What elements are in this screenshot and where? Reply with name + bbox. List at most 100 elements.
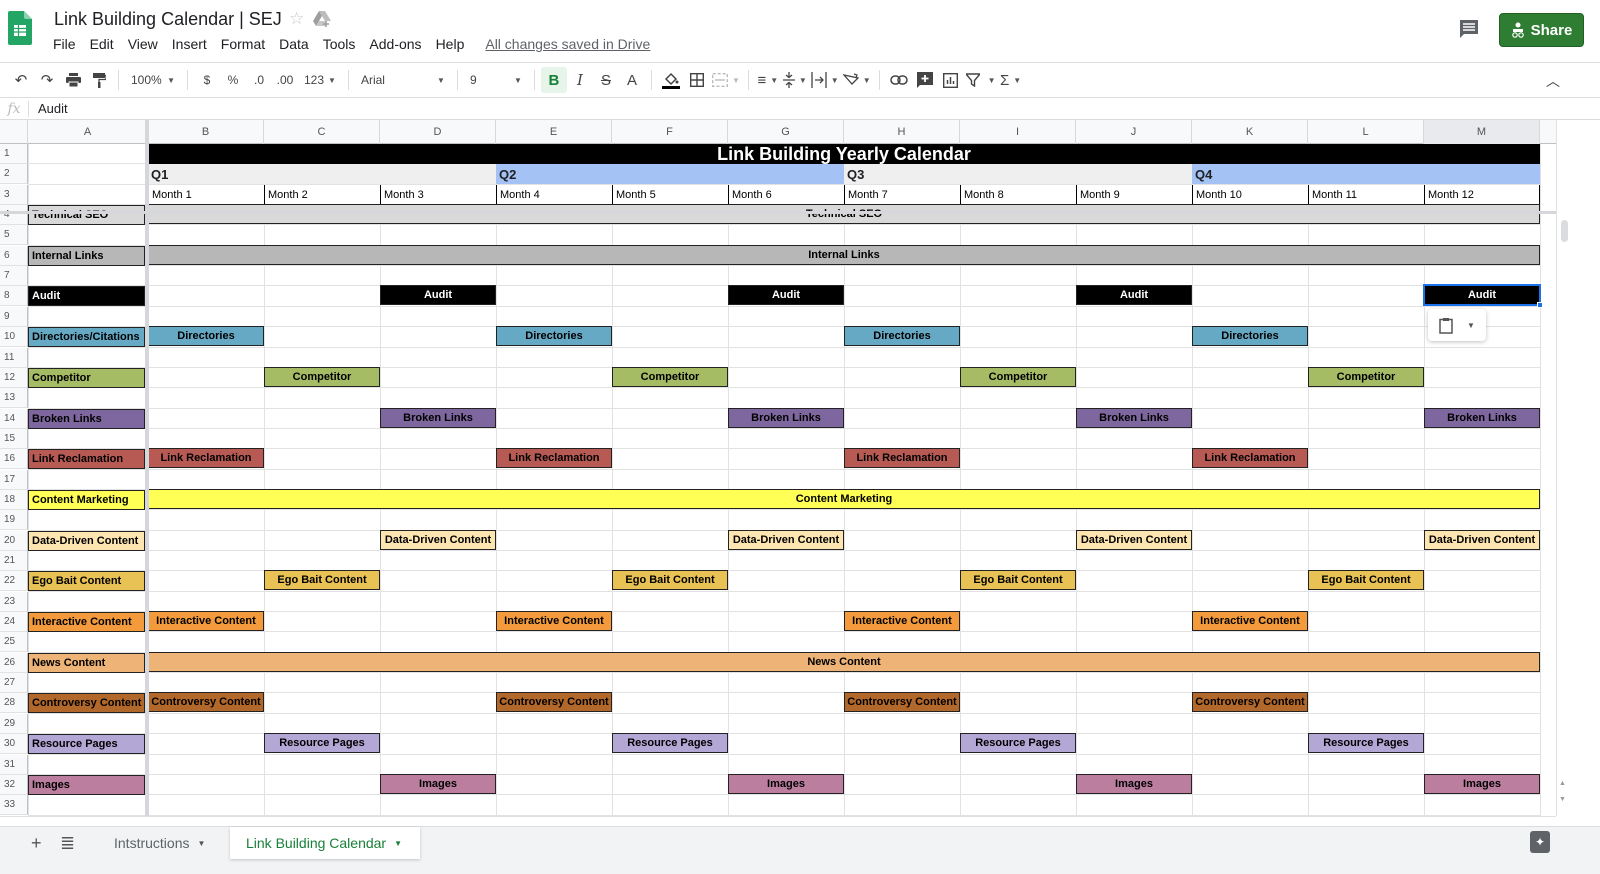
row-header-26[interactable]: 26 bbox=[0, 653, 28, 673]
insert-chart-icon[interactable] bbox=[938, 67, 964, 93]
italic-button[interactable]: I bbox=[567, 67, 593, 93]
chevron-down-icon[interactable]: ▼ bbox=[1467, 321, 1475, 330]
row-header-22[interactable]: 22 bbox=[0, 571, 28, 591]
calendar-task[interactable]: Images bbox=[728, 774, 844, 794]
paint-format-icon[interactable] bbox=[86, 67, 112, 93]
calendar-task[interactable]: Resource Pages bbox=[612, 733, 728, 753]
comment-history-icon[interactable] bbox=[1459, 19, 1479, 39]
category-label[interactable]: Competitor bbox=[28, 368, 145, 388]
category-span-bar[interactable]: Internal Links bbox=[148, 245, 1540, 265]
text-wrapping-icon[interactable]: ▼ bbox=[809, 67, 841, 93]
column-header-d[interactable]: D bbox=[380, 120, 496, 144]
row-header-33[interactable]: 33 bbox=[0, 795, 28, 815]
redo-icon[interactable]: ↷ bbox=[34, 67, 60, 93]
category-label[interactable]: Interactive Content bbox=[28, 612, 145, 632]
calendar-task[interactable]: Controversy Content bbox=[844, 692, 960, 712]
frozen-row-divider[interactable] bbox=[0, 211, 1556, 214]
calendar-task[interactable]: Broken Links bbox=[1424, 408, 1540, 428]
fill-color-icon[interactable] bbox=[658, 67, 684, 93]
calendar-task[interactable]: Data-Driven Content bbox=[1076, 530, 1192, 550]
category-label[interactable]: Resource Pages bbox=[28, 734, 145, 754]
percent-format-button[interactable]: % bbox=[220, 67, 246, 93]
row-header-16[interactable]: 16 bbox=[0, 449, 28, 469]
category-label[interactable]: Content Marketing bbox=[28, 490, 145, 510]
category-span-bar[interactable]: Content Marketing bbox=[148, 489, 1540, 509]
column-header-c[interactable]: C bbox=[264, 120, 380, 144]
paste-options-popup[interactable]: ▼ bbox=[1428, 309, 1486, 341]
menu-insert[interactable]: Insert bbox=[165, 36, 214, 52]
calendar-task[interactable]: Interactive Content bbox=[148, 611, 264, 631]
calendar-task[interactable]: Data-Driven Content bbox=[1424, 530, 1540, 550]
calendar-task[interactable]: Resource Pages bbox=[264, 733, 380, 753]
formula-input[interactable]: Audit bbox=[38, 101, 68, 116]
calendar-task[interactable]: Competitor bbox=[612, 367, 728, 387]
category-span-bar[interactable]: Technical SEO bbox=[148, 204, 1540, 224]
category-label[interactable]: Audit bbox=[28, 286, 145, 306]
category-label[interactable]: Link Reclamation bbox=[28, 449, 145, 469]
calendar-task[interactable]: Ego Bait Content bbox=[1308, 570, 1424, 590]
category-label[interactable]: Technical SEO bbox=[28, 205, 145, 225]
row-header-1[interactable]: 1 bbox=[0, 144, 28, 164]
calendar-task[interactable]: Ego Bait Content bbox=[612, 570, 728, 590]
calendar-task[interactable]: Images bbox=[1076, 774, 1192, 794]
column-header-e[interactable]: E bbox=[496, 120, 612, 144]
scroll-up-arrow-icon[interactable]: ▲ bbox=[1559, 780, 1566, 787]
category-label[interactable]: Data-Driven Content bbox=[28, 531, 145, 551]
row-header-9[interactable]: 9 bbox=[0, 307, 28, 327]
calendar-task[interactable]: Resource Pages bbox=[960, 733, 1076, 753]
currency-format-button[interactable]: $ bbox=[194, 67, 220, 93]
horizontal-align-icon[interactable]: ≡ ▼ bbox=[755, 67, 781, 93]
scroll-thumb[interactable] bbox=[1561, 220, 1568, 242]
row-header-20[interactable]: 20 bbox=[0, 531, 28, 551]
star-icon[interactable]: ☆ bbox=[289, 9, 304, 29]
category-label[interactable]: News Content bbox=[28, 653, 145, 673]
column-header-l[interactable]: L bbox=[1308, 120, 1424, 144]
filter-icon[interactable]: ▼ bbox=[964, 67, 998, 93]
row-header-7[interactable]: 7 bbox=[0, 266, 28, 286]
column-header-g[interactable]: G bbox=[728, 120, 844, 144]
column-header-a[interactable]: A bbox=[28, 120, 148, 144]
row-header-25[interactable]: 25 bbox=[0, 632, 28, 652]
vertical-align-icon[interactable]: ▼ bbox=[781, 67, 809, 93]
category-span-bar[interactable]: News Content bbox=[148, 652, 1540, 672]
calendar-task[interactable]: Data-Driven Content bbox=[380, 530, 496, 550]
calendar-task[interactable]: Images bbox=[380, 774, 496, 794]
horizontal-scrollbar[interactable] bbox=[0, 816, 1556, 826]
calendar-task[interactable]: Link Reclamation bbox=[496, 448, 612, 468]
row-header-8[interactable]: 8 bbox=[0, 286, 28, 306]
category-label[interactable]: Images bbox=[28, 775, 145, 795]
row-header-10[interactable]: 10 bbox=[0, 327, 28, 347]
calendar-task[interactable]: Controversy Content bbox=[1192, 692, 1308, 712]
row-header-31[interactable]: 31 bbox=[0, 755, 28, 775]
category-label[interactable]: Directories/Citations bbox=[28, 327, 145, 347]
calendar-task[interactable]: Broken Links bbox=[380, 408, 496, 428]
column-header-k[interactable]: K bbox=[1192, 120, 1308, 144]
increase-decimal-button[interactable]: .00 bbox=[272, 67, 298, 93]
frozen-column-divider[interactable] bbox=[145, 120, 149, 816]
calendar-task[interactable]: Resource Pages bbox=[1308, 733, 1424, 753]
row-header-19[interactable]: 19 bbox=[0, 510, 28, 530]
row-header-13[interactable]: 13 bbox=[0, 388, 28, 408]
calendar-task[interactable]: Competitor bbox=[1308, 367, 1424, 387]
selected-cell[interactable]: Audit bbox=[1423, 284, 1541, 306]
category-label[interactable]: Broken Links bbox=[28, 409, 145, 429]
calendar-task[interactable]: Data-Driven Content bbox=[728, 530, 844, 550]
calendar-task[interactable]: Images bbox=[1424, 774, 1540, 794]
sheets-logo-icon[interactable] bbox=[8, 11, 32, 45]
calendar-task[interactable]: Interactive Content bbox=[1192, 611, 1308, 631]
more-formats-select[interactable]: 123 ▼ bbox=[298, 67, 342, 93]
column-header-f[interactable]: F bbox=[612, 120, 728, 144]
vertical-scrollbar[interactable]: ▲ ▼ bbox=[1556, 120, 1600, 816]
add-sheet-icon[interactable]: + bbox=[31, 833, 42, 854]
decrease-decimal-button[interactable]: .0 bbox=[246, 67, 272, 93]
calendar-task[interactable]: Controversy Content bbox=[496, 692, 612, 712]
row-header-12[interactable]: 12 bbox=[0, 368, 28, 388]
select-all-corner[interactable] bbox=[0, 120, 28, 144]
row-header-18[interactable]: 18 bbox=[0, 490, 28, 510]
row-header-28[interactable]: 28 bbox=[0, 693, 28, 713]
calendar-task[interactable]: Competitor bbox=[960, 367, 1076, 387]
menu-view[interactable]: View bbox=[121, 36, 165, 52]
row-header-21[interactable]: 21 bbox=[0, 551, 28, 571]
calendar-task[interactable]: Directories bbox=[844, 326, 960, 346]
menu-help[interactable]: Help bbox=[429, 36, 472, 52]
